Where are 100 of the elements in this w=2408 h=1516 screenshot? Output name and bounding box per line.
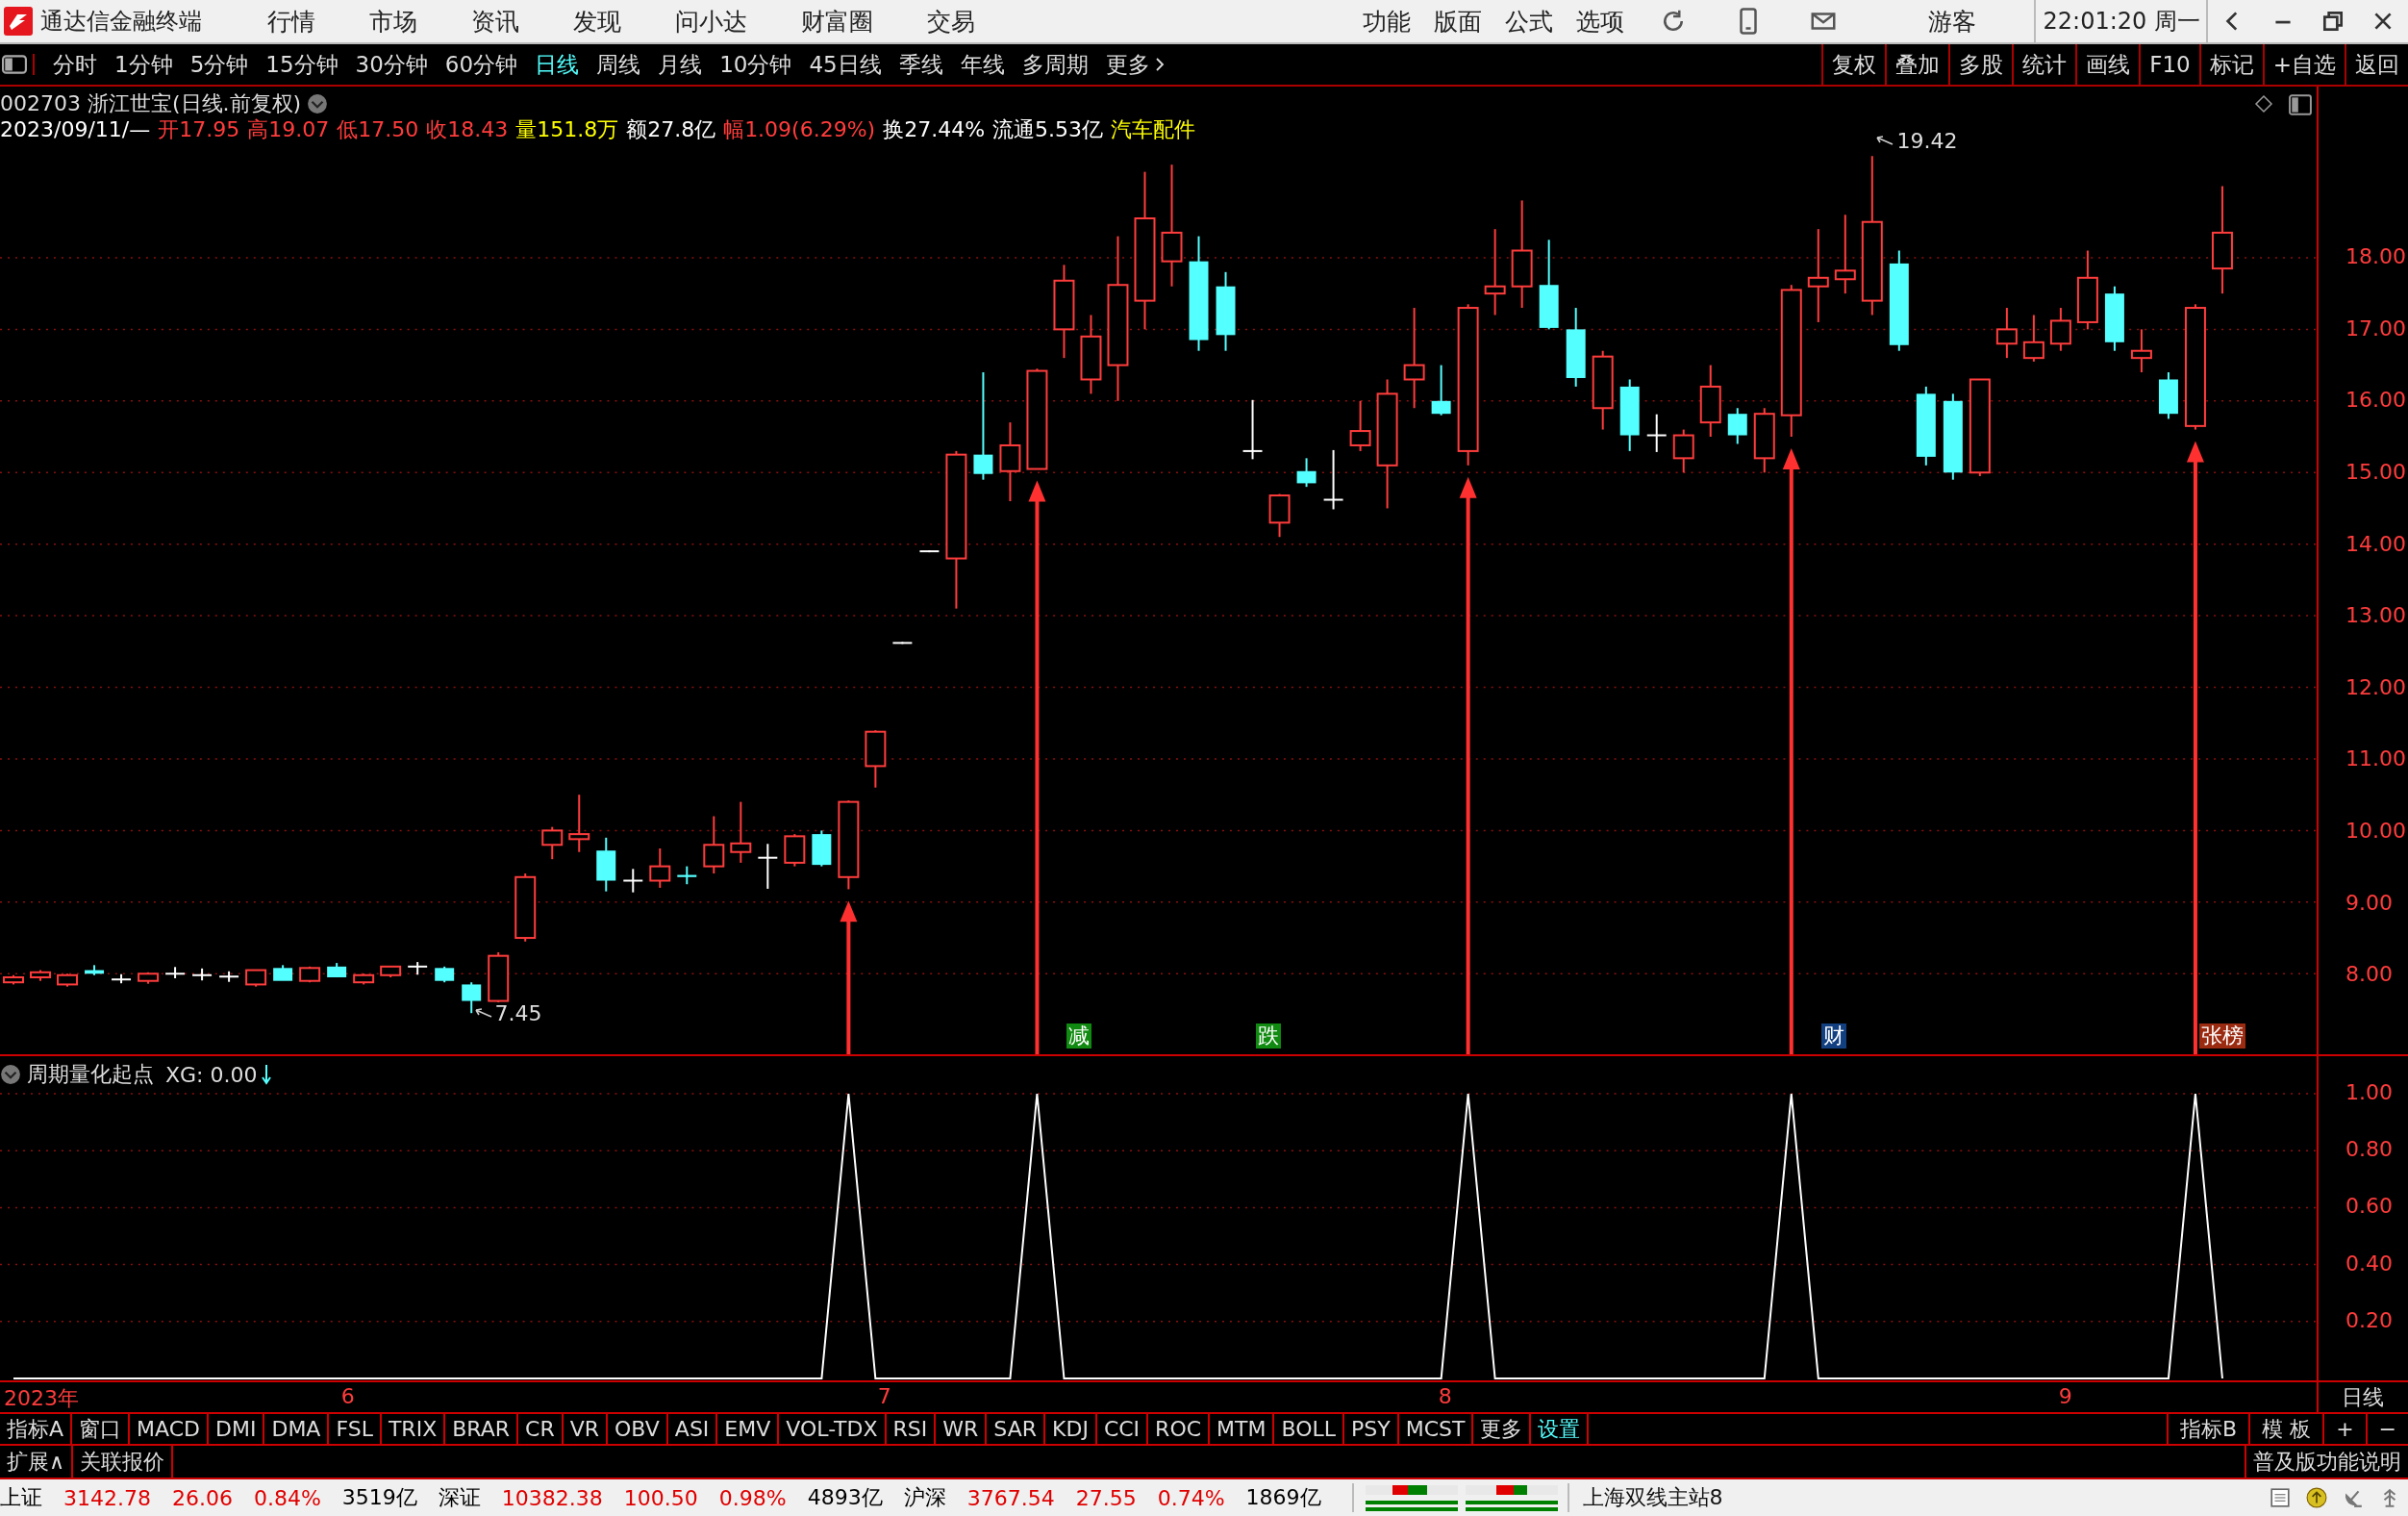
indicator-axis-label: 0.60: [2345, 1194, 2393, 1219]
chevron-right-icon[interactable]: [1154, 57, 1165, 72]
indicator-tab[interactable]: MTM: [1210, 1414, 1275, 1444]
period-tab[interactable]: 年线: [960, 49, 1005, 80]
indicator-tab[interactable]: PSY: [1344, 1414, 1399, 1444]
indicator-tab[interactable]: TRIX: [381, 1414, 446, 1444]
indicator-tab[interactable]: BOLL: [1274, 1414, 1345, 1444]
user-name[interactable]: 游客: [1927, 5, 1976, 38]
period-tab[interactable]: 分时: [53, 49, 97, 80]
extension-tab[interactable]: 扩展∧: [0, 1446, 74, 1478]
indicator-tab[interactable]: 窗口: [72, 1414, 131, 1444]
indicator-tab[interactable]: FSL: [329, 1414, 382, 1444]
indicator-tab[interactable]: RSI: [886, 1414, 937, 1444]
candlestick: [1727, 407, 1747, 445]
period-tab[interactable]: 10分钟: [719, 49, 792, 80]
toolbar-button[interactable]: 画线: [2075, 44, 2140, 85]
toolbar-button[interactable]: 多股: [1948, 44, 2013, 85]
period-tab[interactable]: 5分钟: [189, 49, 249, 80]
period-tab[interactable]: 更多: [1105, 49, 1150, 80]
toolbar-button[interactable]: 复权: [1821, 44, 1886, 85]
period-tab[interactable]: 日线: [535, 49, 580, 80]
menu-item[interactable]: 财富圈: [801, 5, 873, 38]
restore-icon[interactable]: [2320, 9, 2345, 34]
indicator-tab[interactable]: CCI: [1096, 1414, 1149, 1444]
indicator-tab[interactable]: DMA: [264, 1414, 330, 1444]
menu-item[interactable]: 功能: [1362, 5, 1411, 38]
period-tab[interactable]: 季线: [898, 49, 943, 80]
dropdown-icon[interactable]: [307, 92, 329, 114]
date-axis-label: 6: [340, 1384, 355, 1408]
period-tab[interactable]: 多周期: [1021, 49, 1089, 80]
coin-icon[interactable]: [2306, 1487, 2327, 1508]
event-tag[interactable]: 财: [1821, 1023, 1847, 1049]
candlestick: [596, 836, 616, 893]
candlestick: [784, 833, 806, 868]
period-tab[interactable]: 15分钟: [265, 49, 339, 80]
extension-tab[interactable]: 关联报价: [73, 1446, 174, 1478]
indicator-tab[interactable]: VOL-TDX: [779, 1414, 887, 1444]
period-tab[interactable]: 月线: [658, 49, 703, 80]
indicator-tab[interactable]: 指标B: [2167, 1414, 2249, 1444]
server-name[interactable]: 上海双线主站8: [1567, 1483, 1723, 1512]
help-link[interactable]: 普及版功能说明: [2245, 1446, 2408, 1478]
menu-item[interactable]: 公式: [1504, 5, 1553, 38]
document-icon[interactable]: [2270, 1487, 2291, 1508]
indicator-tab[interactable]: VR: [563, 1414, 609, 1444]
diamond-icon[interactable]: [2254, 94, 2273, 114]
toolbar-button[interactable]: 统计: [2012, 44, 2076, 85]
indicator-tab[interactable]: +: [2322, 1414, 2366, 1444]
period-tab[interactable]: 1分钟: [114, 49, 173, 80]
toolbar-button[interactable]: 返回: [2345, 44, 2408, 85]
candlestick: [1672, 428, 1694, 474]
indicator-tab[interactable]: CR: [518, 1414, 564, 1444]
index-quote: 3767.54: [966, 1485, 1055, 1510]
period-tab[interactable]: 60分钟: [444, 49, 518, 80]
indicator-tab[interactable]: ASI: [667, 1414, 718, 1444]
period-tab[interactable]: 30分钟: [355, 49, 428, 80]
menu-item[interactable]: 资讯: [471, 5, 519, 38]
sidebar-toggle-icon[interactable]: [2, 54, 35, 75]
indicator-tab[interactable]: BRAR: [445, 1414, 519, 1444]
price-axis-label: 9.00: [2345, 890, 2393, 915]
menu-item[interactable]: 问小达: [675, 5, 747, 38]
indicator-tab[interactable]: 模 板: [2248, 1414, 2323, 1444]
toolbar-button[interactable]: F10: [2139, 44, 2199, 85]
indicator-tab[interactable]: DMI: [209, 1414, 265, 1444]
indicator-tab[interactable]: KDJ: [1045, 1414, 1097, 1444]
menu-item[interactable]: 发现: [573, 5, 621, 38]
indicator-tab[interactable]: 指标A: [0, 1414, 73, 1444]
event-tag[interactable]: 减: [1066, 1023, 1092, 1049]
candlestick: [1322, 448, 1344, 511]
period-tab[interactable]: 周线: [596, 49, 641, 80]
indicator-tab[interactable]: OBV: [608, 1414, 668, 1444]
indicator-tab[interactable]: EMV: [717, 1414, 780, 1444]
dropdown-icon[interactable]: [0, 1064, 21, 1085]
event-tag[interactable]: 张榜: [2198, 1023, 2245, 1049]
event-tag[interactable]: 跌: [1255, 1023, 1281, 1049]
toolbar-button[interactable]: 叠加: [1885, 44, 1949, 85]
indicator-tab[interactable]: 更多: [1473, 1414, 1532, 1444]
date-axis-label: 8: [1438, 1384, 1452, 1408]
candlestick: [85, 964, 105, 976]
toolbar-button[interactable]: +自选: [2262, 44, 2345, 85]
menu-item[interactable]: 行情: [267, 5, 315, 38]
candlestick: [891, 641, 914, 645]
stock-title: 002703 浙江世宝(日线.前复权): [0, 89, 302, 117]
menu-item[interactable]: 交易: [927, 5, 975, 38]
indicator-tab[interactable]: MACD: [130, 1414, 209, 1444]
indicator-tab[interactable]: −: [2365, 1414, 2408, 1444]
indicator-tab[interactable]: WR: [936, 1414, 988, 1444]
indicator-tab[interactable]: 设置: [1531, 1414, 1590, 1444]
menu-item[interactable]: 市场: [369, 5, 417, 38]
indicator-tab[interactable]: MCST: [1398, 1414, 1474, 1444]
menu-item[interactable]: 版面: [1433, 5, 1482, 38]
candlestick: [327, 962, 347, 978]
indicator-tab[interactable]: SAR: [987, 1414, 1046, 1444]
menu-item[interactable]: 选项: [1575, 5, 1624, 38]
candlestick: [407, 961, 429, 976]
indicator-tab[interactable]: ROC: [1148, 1414, 1211, 1444]
index-quote: 0.84%: [253, 1485, 321, 1510]
toolbar-button[interactable]: 标记: [2198, 44, 2263, 85]
candlestick: [1349, 399, 1371, 452]
period-tab[interactable]: 45日线: [809, 49, 882, 80]
panel-toggle-icon[interactable]: [2289, 94, 2312, 115]
